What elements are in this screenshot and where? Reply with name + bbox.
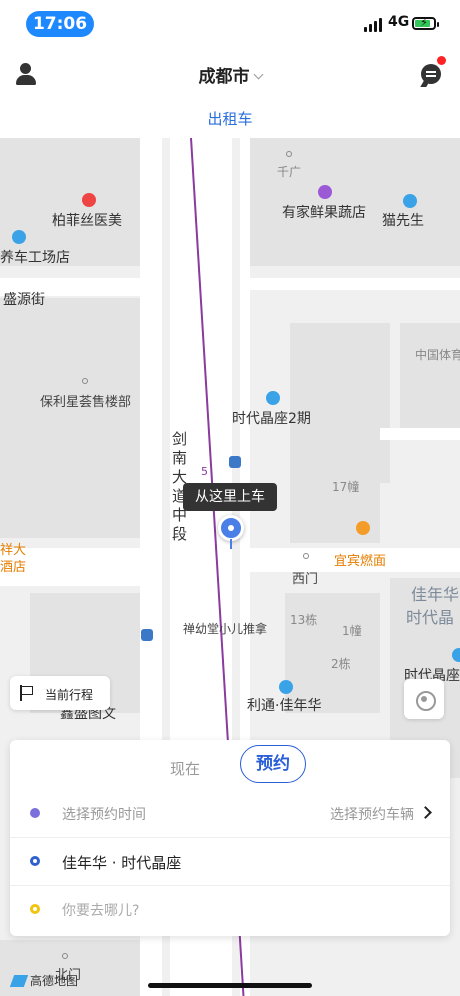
shop-icon (403, 194, 417, 208)
building-icon (266, 391, 280, 405)
city-name: 成都市 (198, 67, 250, 87)
app-header: 成都市 出租车 (0, 44, 460, 138)
map-label: 宜宾燃面 (334, 554, 387, 569)
destination-row[interactable]: 你要去哪儿? (10, 886, 450, 934)
map-label: 柏菲丝医美 (52, 213, 122, 229)
amap-logo: 高德地图 (9, 972, 79, 989)
building-icon (452, 648, 460, 662)
amap-logo-text: 高德地图 (30, 974, 79, 988)
bus-stop-icon (141, 629, 153, 641)
map-label: 时代晶座2期 (232, 411, 311, 427)
map-block (400, 323, 460, 433)
chevron-down-icon (253, 69, 263, 80)
shop-icon (318, 185, 332, 199)
poi-icon (286, 151, 292, 157)
map-label: 有家鲜果蔬店 (282, 205, 366, 221)
reservation-time-placeholder: 选择预约时间 (62, 807, 146, 823)
pickup-row[interactable]: 佳年华 · 时代晶座 (10, 838, 450, 886)
map-label: 2栋 (331, 657, 351, 671)
bus-stop-icon (229, 456, 241, 468)
signal-icon (364, 18, 384, 32)
map-label: 养车工场店 (0, 250, 70, 266)
map-label: 时代晶 (406, 608, 455, 627)
status-bar: 17:06 4G ⚡ (0, 0, 460, 44)
map-block (290, 323, 390, 483)
map-road (248, 278, 460, 290)
battery-icon: ⚡ (412, 16, 439, 30)
charging-icon: ⚡ (420, 16, 428, 29)
locate-icon[interactable] (404, 679, 444, 719)
car-service-icon (12, 230, 26, 244)
map-label: 盛源街 (3, 292, 45, 308)
building-icon (279, 680, 293, 694)
pickup-location: 佳年华 · 时代晶座 (62, 854, 182, 872)
map-label: 保利星荟售楼部 (40, 395, 132, 410)
restaurant-icon (356, 521, 370, 535)
poi-icon (82, 378, 88, 384)
reservation-time-row[interactable]: 选择预约时间 选择预约车辆 (10, 790, 450, 838)
status-time: 17:06 (26, 11, 94, 37)
origin-dot-icon (30, 856, 40, 866)
current-trip-label: 当前行程 (45, 688, 94, 702)
map-label: 17幢 (332, 480, 360, 494)
network-type: 4G (388, 14, 410, 30)
amap-logo-icon (9, 975, 29, 987)
clock-icon (30, 808, 40, 818)
metro-route-number: 5 (201, 465, 208, 478)
map-label: 猫先生 (382, 213, 424, 229)
tab-taxi[interactable]: 出租车 (0, 108, 460, 129)
map-road (380, 428, 460, 440)
tab-now[interactable]: 现在 (170, 758, 200, 779)
destination-placeholder: 你要去哪儿? (62, 903, 140, 919)
booking-card: 现在 预约 选择预约时间 选择预约车辆 佳年华 · 时代晶座 你要去哪儿? (10, 740, 450, 936)
map-label: 1幢 (342, 624, 362, 638)
flag-icon (20, 685, 34, 701)
map-label: 禅幼堂小儿推拿 (183, 622, 268, 636)
message-icon[interactable] (421, 64, 441, 84)
pickup-pin-icon[interactable] (218, 515, 244, 541)
pickup-tooltip: 从这里上车 (183, 483, 277, 511)
map-label: 西门 (292, 572, 319, 587)
vehicle-select-placeholder[interactable]: 选择预约车辆 (330, 804, 414, 824)
map-label: 中国体育 (415, 348, 460, 362)
poi-icon (303, 553, 309, 559)
pickup-pin-stem (230, 539, 232, 549)
notification-badge (437, 56, 446, 65)
tab-reservation[interactable]: 预约 (240, 745, 306, 783)
map-label: 千广 (277, 165, 302, 179)
chevron-right-icon (419, 806, 432, 819)
poi-icon (62, 953, 68, 959)
map-label: 祥大 酒店 (0, 543, 27, 575)
destination-dot-icon (30, 904, 40, 914)
map-block (0, 298, 140, 538)
city-selector[interactable]: 成都市 (0, 62, 460, 87)
map-label: 利通·佳年华 (247, 698, 322, 714)
map-label: 佳年华 (411, 585, 460, 604)
home-indicator[interactable] (148, 983, 312, 988)
map-label: 13栋 (290, 613, 318, 627)
hospital-icon (82, 193, 96, 207)
current-trip-button[interactable]: 当前行程 (10, 676, 110, 710)
